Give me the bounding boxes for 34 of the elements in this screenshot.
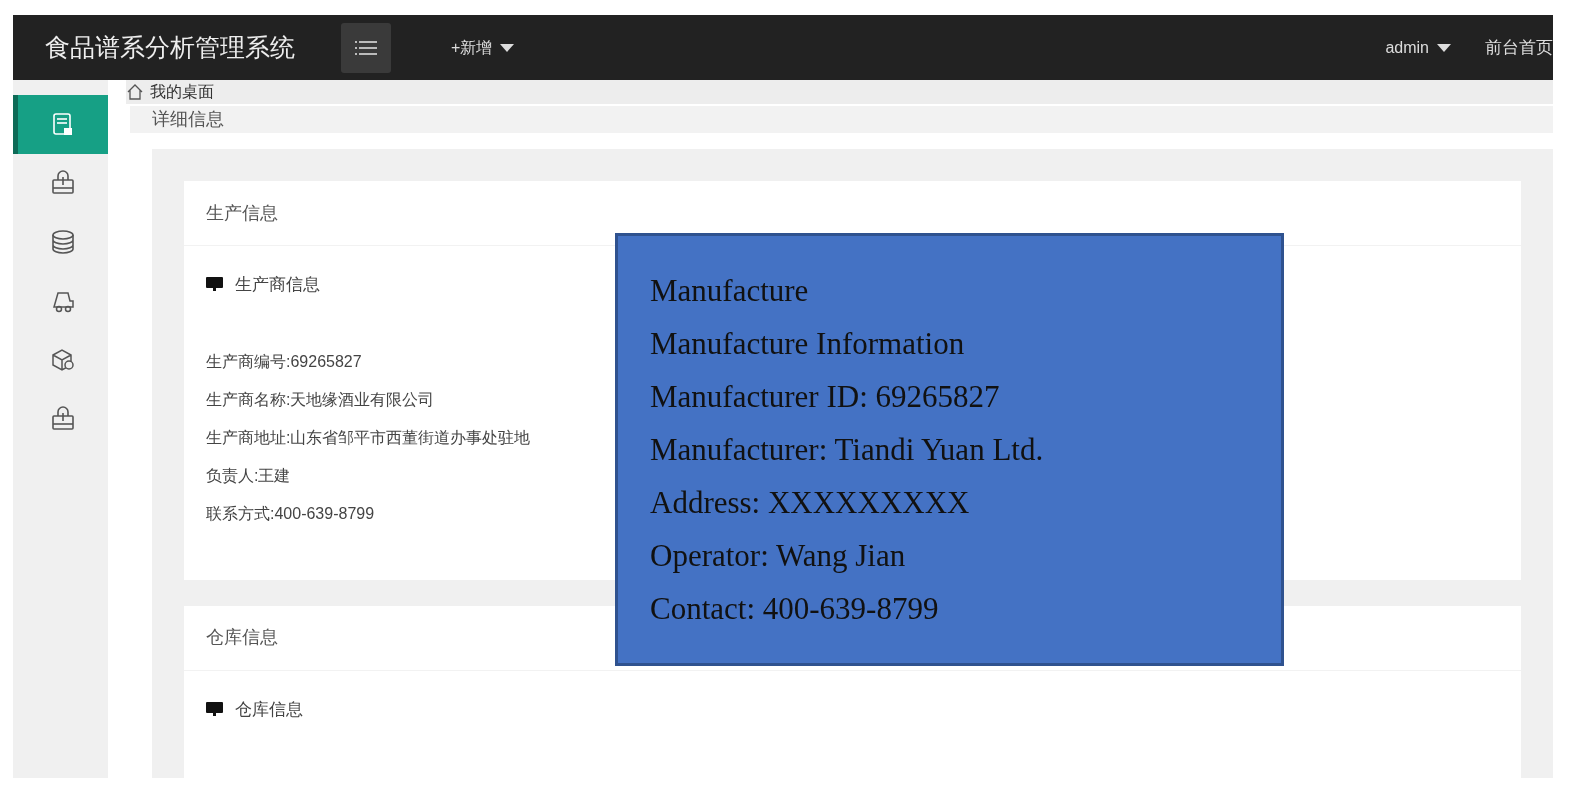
caret-icon (1437, 43, 1451, 52)
annotation-text: Manufacture (650, 272, 810, 310)
annotation-text: Contact: 400-639-8799 (650, 590, 940, 628)
monitor-icon (206, 701, 223, 717)
front-page-link[interactable]: 前台首页 (1485, 34, 1553, 61)
home-icon (126, 83, 144, 101)
section-title: 生产信息 (206, 201, 278, 225)
subsection-title: 生产商信息 (235, 274, 320, 296)
monitor-icon (206, 277, 223, 293)
bag-icon (50, 406, 76, 433)
add-menu[interactable]: +新增 (451, 35, 515, 60)
detail-text: 生产商地址:山东省邹平市西董街道办事处驻地 (206, 427, 531, 448)
database-icon (50, 229, 76, 256)
section-title: 仓库信息 (206, 626, 278, 649)
bag-icon (50, 170, 76, 197)
annotation-text: Manufacture Information (650, 325, 966, 363)
detail-text: 生产商名称:天地缘酒业有限公司 (206, 389, 435, 410)
page-title: 详细信息 (152, 108, 224, 131)
user-menu[interactable]: admin (1385, 35, 1451, 60)
detail-text: 负责人:王建 (206, 465, 291, 486)
detail-text: 生产商编号:69265827 (206, 351, 362, 372)
app-title: 食品谱系分析管理系统 (45, 31, 295, 63)
detail-text: 联系方式:400-639-8799 (206, 503, 375, 524)
sidebar-item[interactable] (13, 95, 108, 154)
annotation-text: Manufacturer: Tiandi Yuan Ltd. (650, 431, 1045, 469)
menu-icon (355, 39, 377, 56)
box-icon (50, 347, 76, 374)
annotation-text: Operator: Wang Jian (650, 537, 907, 575)
menu-button[interactable] (341, 22, 391, 73)
subsection-title: 仓库信息 (235, 698, 303, 721)
breadcrumb-link[interactable]: 我的桌面 (150, 80, 214, 104)
caret-icon (500, 43, 515, 52)
annotation-text: Address: XXXXXXXXX (650, 484, 971, 522)
annotation-text: Manufacturer ID: 69265827 (650, 378, 1001, 416)
